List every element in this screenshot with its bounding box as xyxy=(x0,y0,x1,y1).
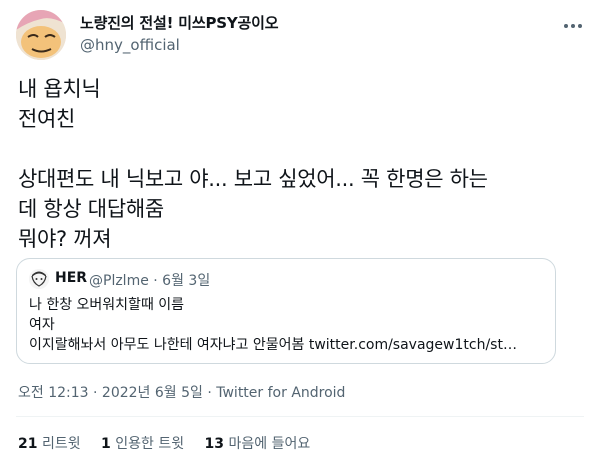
author-name[interactable]: 노량진의 전설! 미쓰PSY공이오 xyxy=(80,12,279,33)
more-options-icon[interactable] xyxy=(560,16,586,36)
quoted-author-avatar xyxy=(29,269,49,289)
cartoon-face-avatar-icon xyxy=(16,10,66,60)
quoted-tweet-text: 나 한창 오버워치할때 이름 여자 이지랄해놔서 아무도 나한테 여자냐고 안물… xyxy=(29,295,543,355)
quoted-author-meta: @Plzlme · 6월 3일 xyxy=(89,273,211,289)
author-avatar[interactable] xyxy=(16,10,66,60)
tweet-card: 노량진의 전설! 미쓰PSY공이오 @hny_official 내 욥치닉 전여… xyxy=(0,0,600,470)
quoted-author-name: HER xyxy=(55,270,88,286)
retweets-stat[interactable]: 21 리트윗 xyxy=(18,436,81,452)
likes-label: 마음에 들어요 xyxy=(228,436,311,452)
likes-count: 13 xyxy=(204,436,225,452)
divider xyxy=(16,416,584,417)
quoted-line: 이지랄해놔서 아무도 나한테 여자냐고 안물어봄 twitter.com/sav… xyxy=(29,337,517,353)
quotes-count: 1 xyxy=(101,436,111,452)
tweet-text: 내 욥치닉 전여친 상대편도 내 닉보고 야... 보고 싶었어... 꼭 한명… xyxy=(18,77,488,251)
engagement-stats: 21 리트윗 1 인용한 트윗 13 마음에 들어요 xyxy=(18,433,326,453)
tweet-timestamp[interactable]: 오전 12:13 · 2022년 6월 5일 · Twitter for And… xyxy=(18,382,345,402)
retweets-count: 21 xyxy=(18,436,38,452)
quotes-label: 인용한 트윗 xyxy=(115,436,185,452)
quoted-line: 나 한창 오버워치할때 이름 xyxy=(29,297,185,313)
sketch-face-avatar-icon xyxy=(29,269,49,289)
retweets-label: 리트윗 xyxy=(41,436,81,452)
quoted-tweet[interactable]: HER @Plzlme · 6월 3일 나 한창 오버워치할때 이름 여자 이지… xyxy=(16,258,556,364)
likes-stat[interactable]: 13 마음에 들어요 xyxy=(205,436,311,452)
quoted-line: 여자 xyxy=(29,317,55,333)
quotes-stat[interactable]: 1 인용한 트윗 xyxy=(101,436,184,452)
author-handle[interactable]: @hny_official xyxy=(80,36,180,54)
